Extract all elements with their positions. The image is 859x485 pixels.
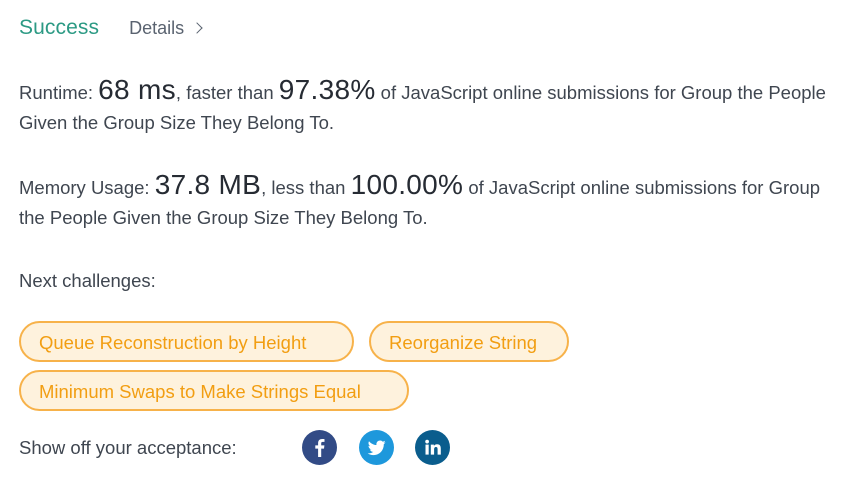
runtime-comparison: , faster than [175, 82, 279, 103]
memory-comparison: , less than [261, 177, 351, 198]
runtime-value: 68 ms [98, 74, 176, 105]
runtime-percent: 97.38% [278, 74, 376, 105]
share-label: Show off your acceptance: [19, 437, 237, 458]
status-label: Success [19, 16, 100, 39]
result-header: Success Details [19, 16, 203, 40]
linkedin-icon[interactable] [415, 430, 450, 465]
challenge-chip[interactable]: Minimum Swaps to Make Strings Equal [19, 370, 409, 411]
details-link[interactable]: Details [129, 18, 203, 39]
memory-percent: 100.00% [350, 169, 464, 200]
runtime-stat: Runtime: 68 ms, faster than 97.38% of Ja… [19, 75, 849, 138]
facebook-icon[interactable] [302, 430, 337, 465]
submission-result-panel: Success Details Runtime: 68 ms, faster t… [0, 0, 859, 485]
share-row: Show off your acceptance: [19, 430, 450, 466]
next-challenges-label: Next challenges: [19, 270, 156, 291]
memory-label: Memory Usage: [19, 177, 155, 198]
twitter-icon[interactable] [359, 430, 394, 465]
memory-value: 37.8 MB [154, 169, 262, 200]
runtime-label: Runtime: [19, 82, 99, 103]
challenge-chip[interactable]: Queue Reconstruction by Height [19, 321, 354, 362]
memory-stat: Memory Usage: 37.8 MB, less than 100.00%… [19, 170, 849, 233]
chevron-right-icon [191, 21, 203, 34]
challenge-chip[interactable]: Reorganize String [369, 321, 569, 362]
details-label: Details [129, 18, 185, 38]
